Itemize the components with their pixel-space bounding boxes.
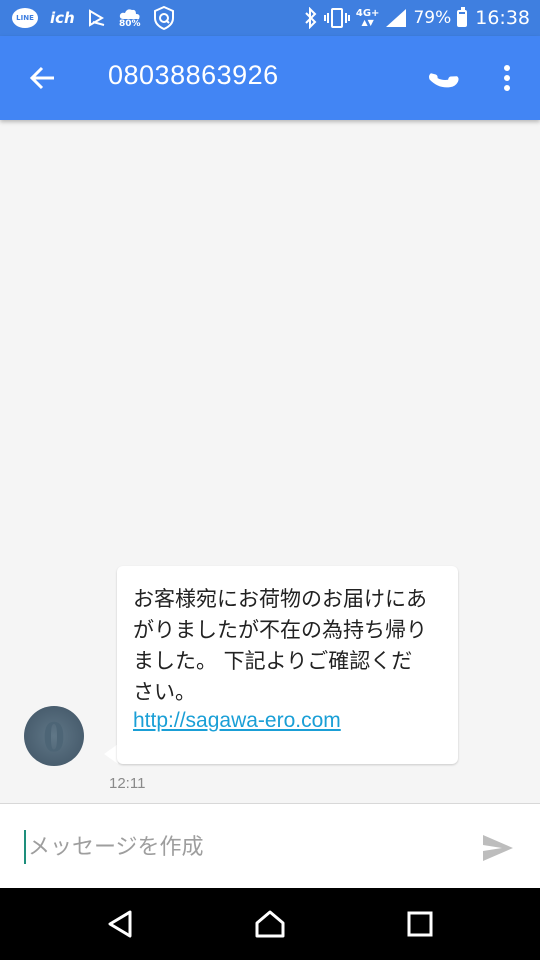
battery-fill — [459, 14, 466, 25]
data-arrows-icon: ▲▼ — [361, 18, 374, 27]
back-triangle-icon — [108, 910, 132, 938]
message-text: お客様宛にお荷物のお届けにあがりましたが不在の為持ち帰りました。 下記よりご確認… — [133, 587, 427, 704]
play-icon — [87, 8, 107, 28]
overflow-menu-button[interactable] — [490, 56, 524, 100]
status-bar: LINE ich 80% 4G+ ▲▼ 79% 16:38 — [0, 0, 540, 36]
clock: 16:38 — [475, 7, 530, 29]
contact-number-title: 08038863926 — [108, 60, 279, 90]
cloud-icon: 80% — [119, 8, 141, 29]
compose-bar — [0, 803, 540, 889]
app-toolbar: 08038863926 — [0, 36, 540, 120]
shield-icon — [153, 6, 175, 30]
vibrate-icon — [323, 7, 350, 29]
nav-home-button[interactable] — [248, 904, 292, 944]
nav-back-button[interactable] — [98, 904, 142, 944]
data-saver-percent: 80% — [118, 18, 141, 29]
avatar-letter: 0 — [43, 711, 65, 761]
network-type: 4G+ ▲▼ — [356, 9, 380, 27]
battery-icon — [457, 6, 468, 27]
message-list[interactable]: 0 お客様宛にお荷物のお届けにあがりましたが不在の為持ち帰りました。 下記よりご… — [0, 120, 540, 803]
line-icon: LINE — [12, 8, 38, 28]
more-vert-icon — [504, 65, 510, 91]
message-timestamp: 12:11 — [109, 775, 146, 792]
incoming-message-bubble[interactable]: お客様宛にお荷物のお届けにあがりましたが不在の為持ち帰りました。 下記よりご確認… — [117, 566, 458, 764]
sms-conversation-screen: LINE ich 80% 4G+ ▲▼ 79% 16:38 0803886392… — [0, 0, 540, 960]
home-icon — [255, 910, 285, 938]
status-bar-system: 4G+ ▲▼ 79% 16:38 — [304, 4, 530, 32]
phone-icon — [429, 73, 459, 88]
bubble-tail — [104, 744, 118, 764]
message-compose-input[interactable] — [24, 830, 448, 864]
battery-percent: 79% — [413, 8, 452, 28]
send-button[interactable] — [478, 828, 518, 868]
back-button[interactable] — [22, 56, 64, 100]
back-arrow-icon — [29, 66, 54, 90]
ich-icon: ich — [50, 9, 75, 27]
nav-recents-button[interactable] — [398, 904, 442, 944]
message-link[interactable]: http://sagawa-ero.com — [133, 709, 341, 733]
signal-icon — [385, 8, 407, 28]
system-nav-bar — [0, 888, 540, 960]
call-button[interactable] — [420, 56, 468, 100]
status-bar-notifications: LINE ich 80% — [12, 5, 175, 31]
send-icon — [483, 835, 513, 861]
recents-icon — [407, 911, 433, 937]
contact-avatar[interactable]: 0 — [24, 706, 84, 766]
bluetooth-icon — [304, 7, 318, 29]
